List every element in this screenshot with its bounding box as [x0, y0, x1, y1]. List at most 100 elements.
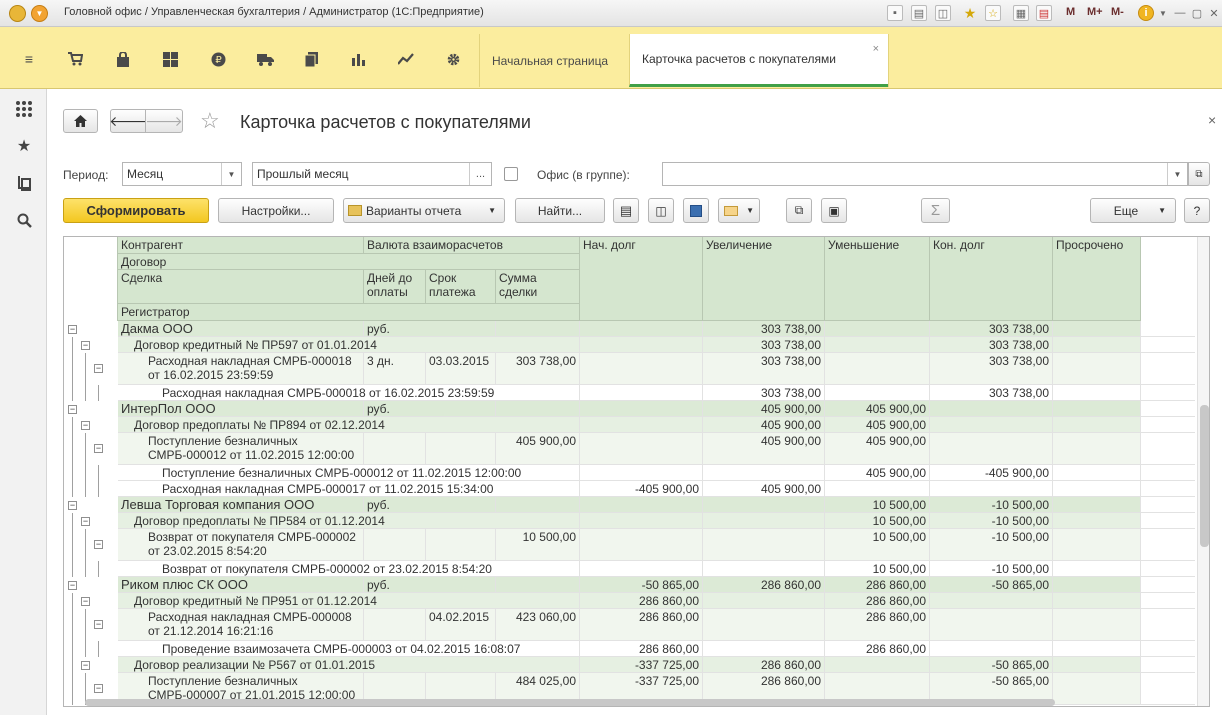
sum-button[interactable]: Σ: [921, 198, 950, 223]
report-row-level-1[interactable]: − Договор кредитный № ПР597 от 01.01.2014…: [64, 337, 1195, 353]
report-row-level-2[interactable]: − Расходная накладная СМРБ-000018 от 16.0…: [64, 353, 1195, 385]
report-row-level-0[interactable]: − Левша Торговая компания ООО руб. 10 500,0…: [64, 497, 1195, 513]
office-open-button[interactable]: ⧉: [1188, 162, 1210, 186]
collapse-toggle-icon[interactable]: −: [81, 661, 90, 670]
report-row-level-3[interactable]: Поступление безналичных СМРБ-000012 от 1…: [64, 465, 1195, 481]
range-input[interactable]: Прошлый месяц ...: [252, 162, 492, 186]
app-menu-icon[interactable]: ▼: [31, 5, 48, 22]
tab-close-icon[interactable]: ×: [873, 43, 879, 55]
report-row-level-1[interactable]: − Договор кредитный № ПР951 от 01.12.2014…: [64, 593, 1195, 609]
cell-overdue: [1053, 529, 1141, 561]
generate-report-button[interactable]: Сформировать: [63, 198, 209, 223]
help-button[interactable]: ?: [1184, 198, 1210, 223]
warehouse-icon[interactable]: [161, 51, 179, 67]
home-button[interactable]: [63, 109, 98, 133]
report-row-level-1[interactable]: − Договор предоплаты № ПР894 от 02.12.201…: [64, 417, 1195, 433]
collapse-toggle-icon[interactable]: −: [81, 597, 90, 606]
print-button[interactable]: ▤: [613, 198, 639, 223]
collapse-toggle-icon[interactable]: −: [68, 501, 77, 510]
collapse-toggle-icon[interactable]: −: [68, 405, 77, 414]
period-dropdown-icon[interactable]: ▼: [221, 163, 241, 185]
info-icon[interactable]: i: [1138, 5, 1154, 21]
collapse-toggle-icon[interactable]: −: [68, 581, 77, 590]
cell-overdue: [1053, 433, 1141, 465]
send-email-button[interactable]: ▼: [718, 198, 760, 223]
main-menu-icon[interactable]: ≡: [20, 51, 38, 67]
report-row-level-1[interactable]: − Договор предоплаты № ПР584 от 01.12.201…: [64, 513, 1195, 529]
collapse-toggle-icon[interactable]: −: [94, 684, 103, 693]
report-row-level-0[interactable]: − Дакма ООО руб. 303 738,00 303 738,00: [64, 321, 1195, 337]
office-dropdown-icon[interactable]: ▼: [1167, 163, 1187, 185]
function-menu-icon[interactable]: [14, 99, 34, 119]
collapse-toggle-icon[interactable]: −: [94, 540, 103, 549]
trend-icon[interactable]: [397, 51, 415, 67]
calendar-icon[interactable]: ▤: [1036, 5, 1052, 21]
range-select-button[interactable]: ...: [469, 163, 491, 185]
favorites-star-icon[interactable]: ★: [14, 136, 34, 156]
more-button[interactable]: Еще ▼: [1090, 198, 1176, 223]
collapse-toggle-icon[interactable]: −: [81, 421, 90, 430]
report-row-level-3[interactable]: Расходная накладная СМРБ-000017 от 11.02…: [64, 481, 1195, 497]
report-row-level-2[interactable]: − Поступление безналичных СМРБ-000012 от …: [64, 433, 1195, 465]
settings-gear-icon[interactable]: [444, 51, 462, 67]
minimize-icon[interactable]: —: [1172, 5, 1188, 21]
save-report-button[interactable]: [683, 198, 709, 223]
search-icon[interactable]: [14, 210, 34, 230]
horizontal-scrollbar[interactable]: [63, 697, 1210, 707]
maximize-icon[interactable]: ▢: [1189, 5, 1205, 21]
calculator-icon[interactable]: ▦: [1013, 5, 1029, 21]
collapse-toggle-icon[interactable]: −: [81, 341, 90, 350]
report-row-level-3[interactable]: Расходная накладная СМРБ-000018 от 16.02…: [64, 385, 1195, 401]
report-row-level-2[interactable]: − Расходная накладная СМРБ-000008 от 21.1…: [64, 609, 1195, 641]
delivery-truck-icon[interactable]: [256, 51, 274, 67]
favorites-add-icon[interactable]: ★: [962, 5, 978, 21]
report-row-level-3[interactable]: Проведение взаимозачета СМРБ-000003 от 0…: [64, 641, 1195, 657]
finance-icon[interactable]: ₽: [209, 51, 227, 67]
bag-icon[interactable]: [114, 51, 132, 67]
office-input[interactable]: ▼: [662, 162, 1188, 186]
preview-button[interactable]: ◫: [648, 198, 674, 223]
report-variants-button[interactable]: Варианты отчета ▼: [343, 198, 505, 223]
memory-plus-button[interactable]: M+: [1087, 6, 1103, 18]
horizontal-scroll-thumb[interactable]: [85, 699, 1055, 706]
settings-button[interactable]: Настройки...: [218, 198, 334, 223]
tree-guide-line: [85, 641, 86, 657]
add-to-favorites-star-icon[interactable]: ☆: [200, 109, 220, 133]
collapse-toggle-icon[interactable]: −: [94, 364, 103, 373]
vertical-scrollbar[interactable]: [1197, 237, 1209, 706]
collapse-toggle-icon[interactable]: −: [94, 620, 103, 629]
report-row-level-0[interactable]: − Риком плюс СК ООО руб. -50 865,00 286 860,…: [64, 577, 1195, 593]
vertical-scroll-thumb[interactable]: [1200, 405, 1209, 547]
tree-gutter: −: [64, 353, 118, 385]
save-icon[interactable]: ▪: [887, 5, 903, 21]
cell-dec: [825, 481, 930, 497]
bar-chart-icon[interactable]: [350, 51, 368, 67]
memory-minus-button[interactable]: M-: [1111, 6, 1124, 18]
forward-button[interactable]: 🡒: [145, 109, 183, 133]
collapse-toggle-icon[interactable]: −: [94, 444, 103, 453]
back-button[interactable]: 🡐: [109, 109, 147, 133]
collapse-toggle-icon[interactable]: −: [81, 517, 90, 526]
memory-button[interactable]: M: [1066, 6, 1075, 18]
report-row-level-3[interactable]: Возврат от покупателя СМРБ-000002 от 23.…: [64, 561, 1195, 577]
report-row-level-1[interactable]: − Договор реализации № Р567 от 01.01.2015…: [64, 657, 1195, 673]
office-checkbox[interactable]: [504, 167, 518, 181]
page-close-icon[interactable]: ×: [1208, 112, 1216, 128]
period-select[interactable]: Месяц ▼: [122, 162, 242, 186]
report-row-level-2[interactable]: − Возврат от покупателя СМРБ-000002 от 23…: [64, 529, 1195, 561]
history-icon[interactable]: [14, 173, 34, 193]
cart-icon[interactable]: [66, 51, 84, 67]
tab-customer-settlement-card[interactable]: Карточка расчетов с покупателями ×: [629, 34, 888, 87]
documents-icon[interactable]: [303, 51, 321, 67]
preview-icon[interactable]: ◫: [935, 5, 951, 21]
tab-home[interactable]: Начальная страница: [479, 34, 629, 87]
favorites-icon[interactable]: ☆: [985, 5, 1001, 21]
find-button[interactable]: Найти...: [515, 198, 605, 223]
paste-report-button[interactable]: ▣: [821, 198, 847, 223]
info-dropdown-icon[interactable]: ▼: [1155, 5, 1171, 21]
copy-report-button[interactable]: ⧉: [786, 198, 812, 223]
print-icon[interactable]: ▤: [911, 5, 927, 21]
report-row-level-0[interactable]: − ИнтерПол ООО руб. 405 900,00 405 900,00: [64, 401, 1195, 417]
collapse-toggle-icon[interactable]: −: [68, 325, 77, 334]
close-window-icon[interactable]: ✕: [1206, 5, 1222, 21]
